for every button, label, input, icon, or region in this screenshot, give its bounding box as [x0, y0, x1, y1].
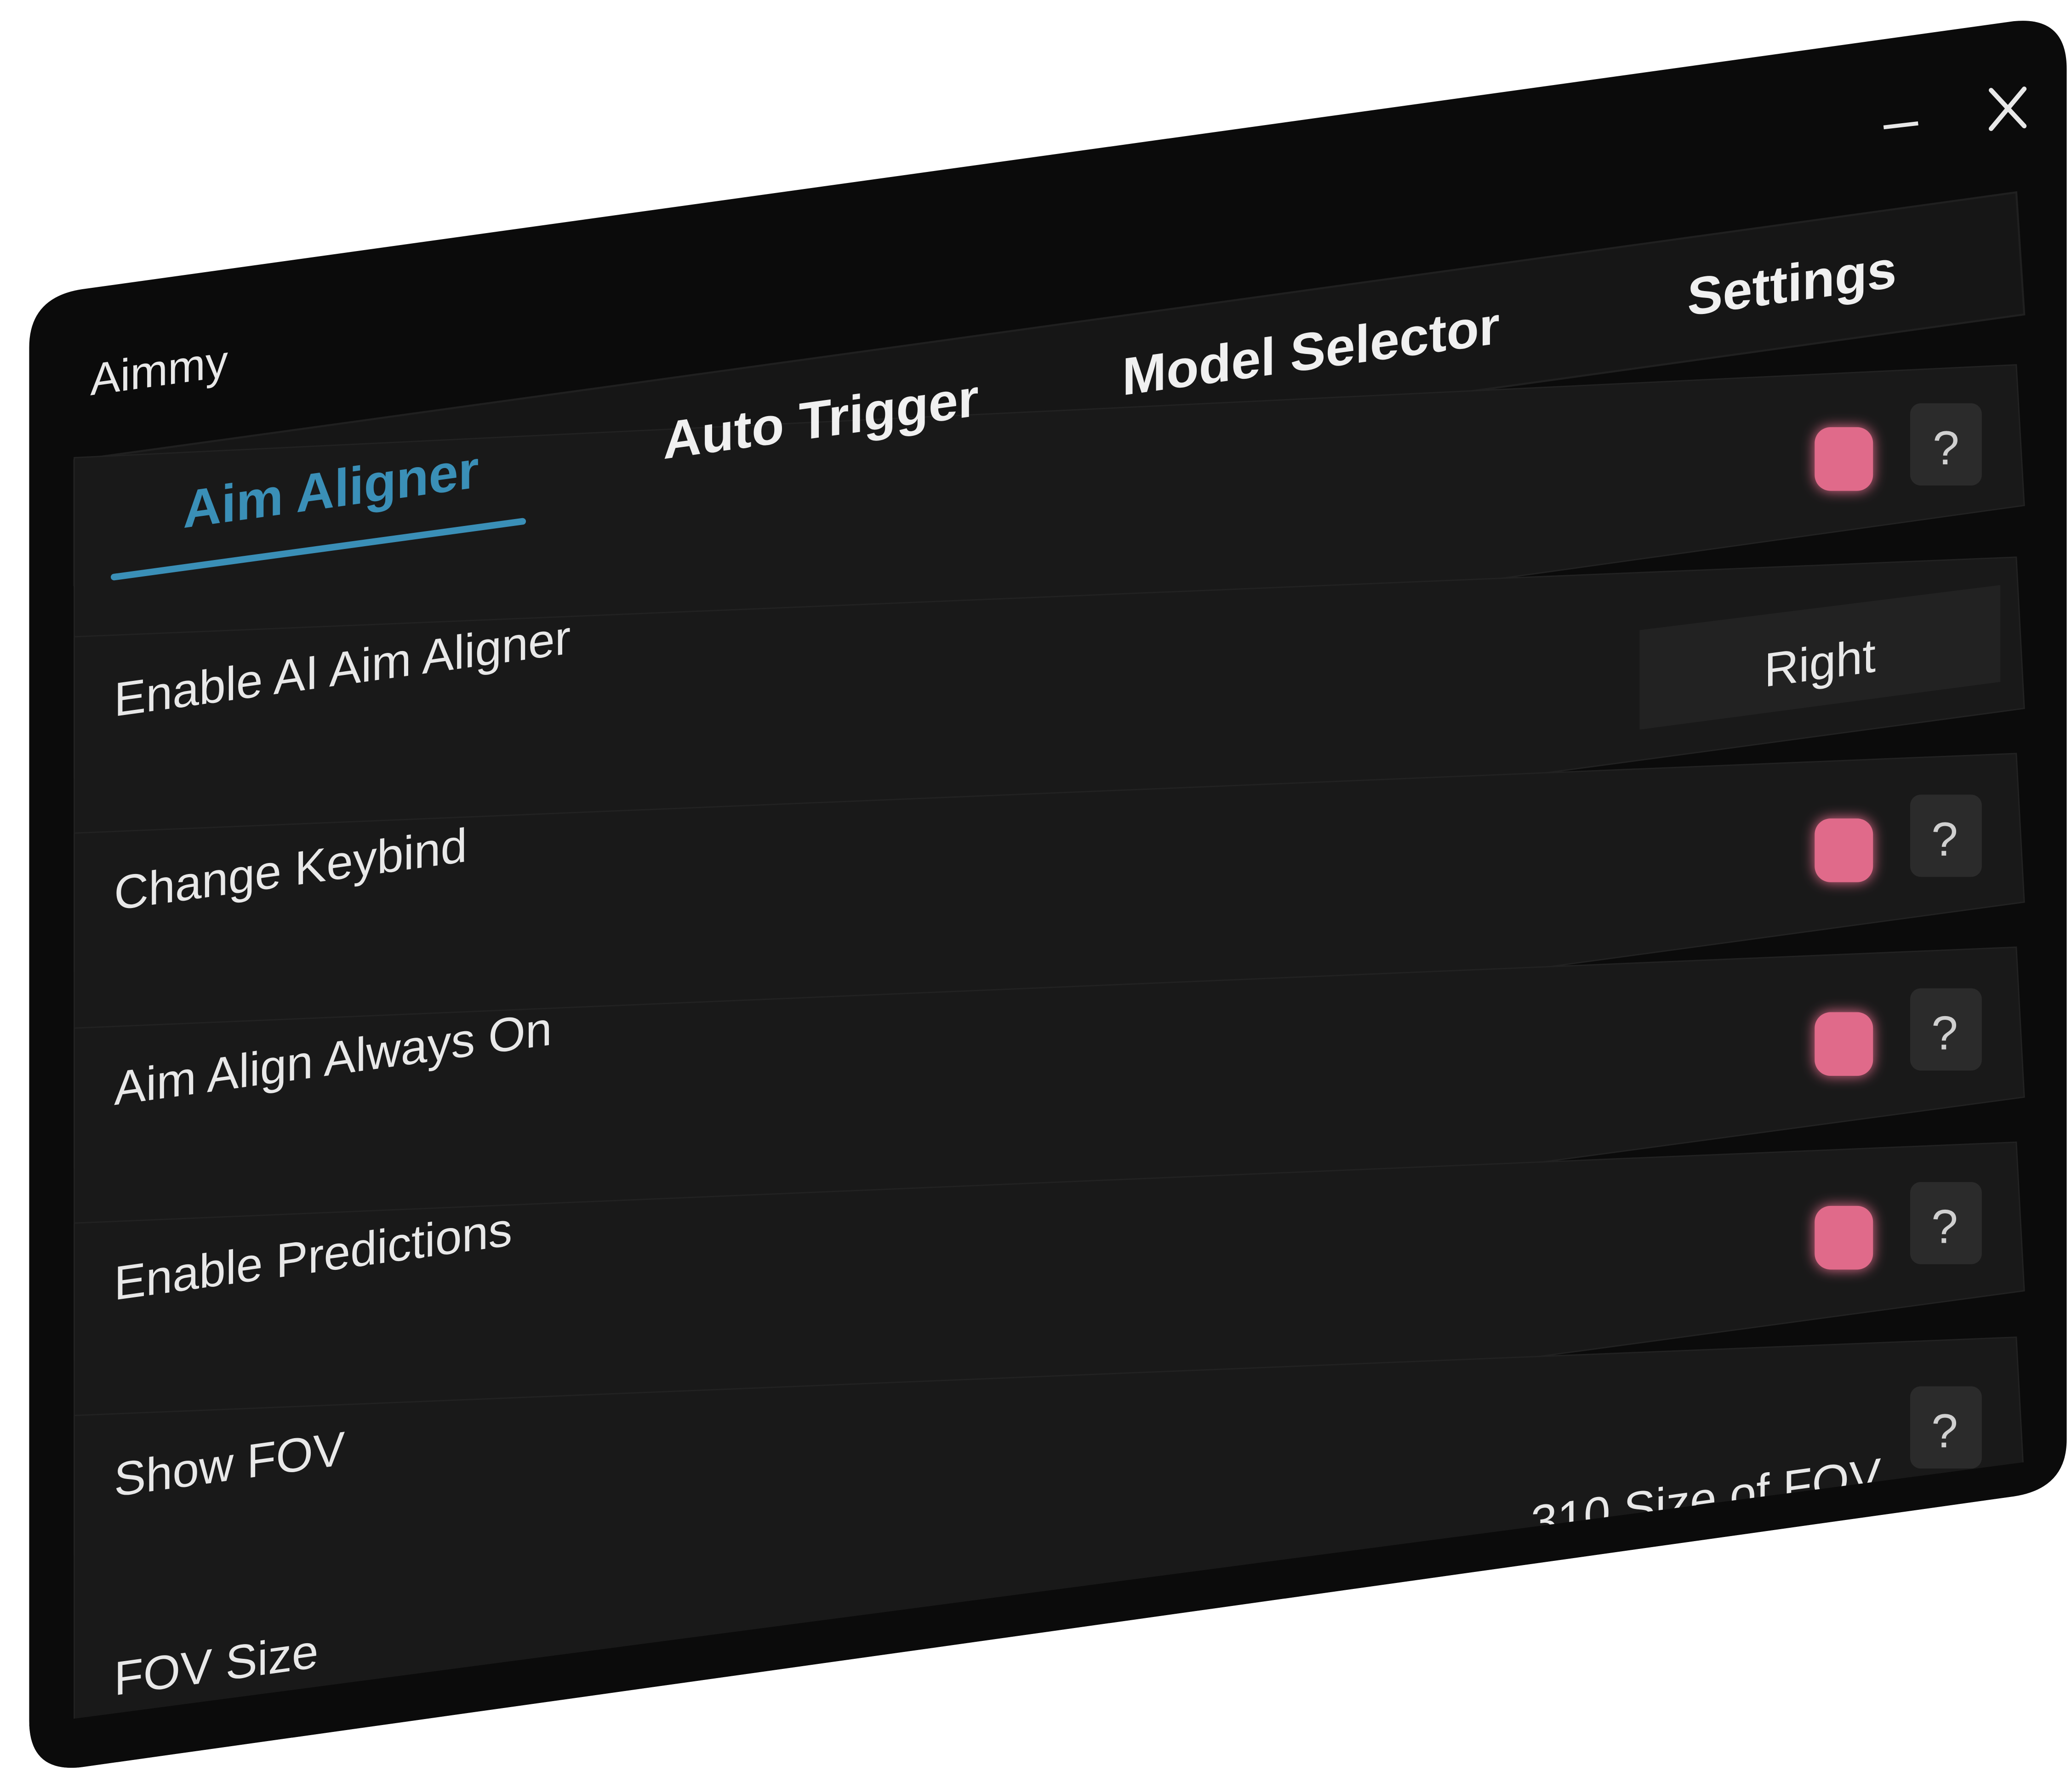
app-window-screenshot: Enable AI Aim Aligner ? Change Keybind R…: [29, 21, 2067, 1768]
help-button[interactable]: ?: [1910, 1386, 1982, 1469]
help-button[interactable]: ?: [1910, 403, 1982, 486]
toggle-switch[interactable]: [1815, 1012, 1873, 1076]
help-button[interactable]: ?: [1910, 1182, 1982, 1264]
question-mark-icon: ?: [1933, 422, 1959, 475]
toggle-switch[interactable]: [1815, 818, 1873, 882]
toggle-switch[interactable]: [1815, 1205, 1873, 1270]
question-mark-icon: ?: [1931, 813, 1958, 866]
question-mark-icon: ?: [1931, 1405, 1958, 1458]
toggle-switch[interactable]: [1815, 427, 1873, 491]
question-mark-icon: ?: [1931, 1006, 1958, 1060]
question-mark-icon: ?: [1931, 1200, 1958, 1254]
help-button[interactable]: ?: [1910, 988, 1982, 1071]
help-button[interactable]: ?: [1910, 794, 1982, 877]
